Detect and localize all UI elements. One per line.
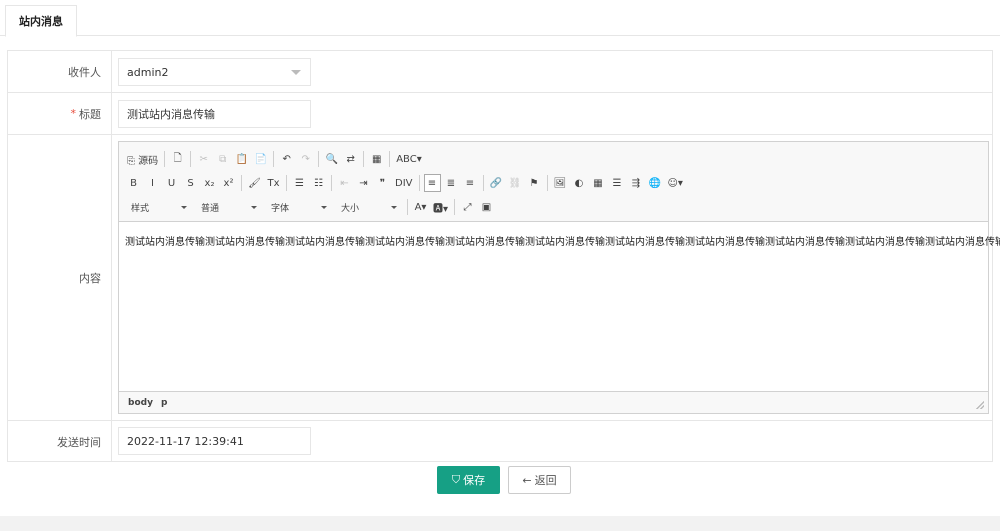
message-form: 收件人 admin2 * 标题 测试站内消息传输 内容 ⎘ 源码 🗋 ✂ ⧉ 📋 📄 ↶ ↷ 🔍… <box>7 50 1000 462</box>
select-all-icon[interactable]: ▦ <box>368 150 385 168</box>
element-path-bar: body p <box>119 391 988 413</box>
image-icon[interactable]: 🖼 <box>552 174 569 192</box>
toolbar-row-1: ⎘ 源码 🗋 ✂ ⧉ 📋 📄 ↶ ↷ 🔍 ⇄ ▦ ABC▾ <box>125 149 426 169</box>
align-right-icon[interactable]: ≡ <box>462 174 479 192</box>
new-page-icon[interactable]: 🗋 <box>169 150 186 168</box>
styles-combo[interactable]: 样式 <box>125 198 191 216</box>
link-icon[interactable]: 🔗 <box>488 174 505 192</box>
italic-icon[interactable]: I <box>144 174 161 192</box>
toolbar-separator <box>318 151 320 167</box>
unlink-icon[interactable]: ⛓ <box>507 174 524 192</box>
undo-icon[interactable]: ↶ <box>278 150 295 168</box>
chevron-down-icon <box>181 205 187 209</box>
copy-icon[interactable]: ⧉ <box>214 150 231 168</box>
send-time-input[interactable]: 2022-11-17 12:39:41 <box>118 427 311 455</box>
toolbar-separator <box>389 151 391 167</box>
toolbar-separator <box>546 175 548 191</box>
remove-format-icon[interactable]: Tx <box>265 174 282 192</box>
horizontal-rule-icon[interactable]: ☰ <box>609 174 626 192</box>
superscript-icon[interactable]: x² <box>220 174 237 192</box>
anchor-icon[interactable]: ⚑ <box>526 174 543 192</box>
toolbar-separator <box>241 175 242 191</box>
send-time-label: 发送时间 <box>8 421 112 462</box>
underline-icon[interactable]: U <box>163 174 180 192</box>
redo-icon[interactable]: ↷ <box>297 150 314 168</box>
spellcheck-icon[interactable]: ABC▾ <box>394 150 424 168</box>
maximize-icon[interactable]: ⤢ <box>459 198 476 216</box>
find-icon[interactable]: 🔍 <box>323 150 340 168</box>
path-body[interactable]: body <box>128 398 153 408</box>
toolbar-separator <box>454 199 456 215</box>
div-container-icon[interactable]: DIV <box>393 174 415 192</box>
numbered-list-icon[interactable]: ☰ <box>291 174 308 192</box>
arrow-left-icon: ← <box>522 473 532 487</box>
flash-icon[interactable]: ◐ <box>571 174 588 192</box>
back-button[interactable]: ← 返回 <box>508 466 571 494</box>
table-icon[interactable]: ▦ <box>590 174 607 192</box>
toolbar-separator <box>482 175 484 191</box>
content-row: 内容 ⎘ 源码 🗋 ✂ ⧉ 📋 📄 ↶ ↷ 🔍 ⇄ ▦ ABC▾ B I U Sx₂ x² 🖌 Tx ☰ ☷ ⇤ ⇥ ❞ DI… <box>8 135 1000 421</box>
toolbar-separator <box>418 175 420 191</box>
toolbar-separator <box>190 151 192 167</box>
size-combo[interactable]: 大小 <box>335 198 401 216</box>
outdent-icon[interactable]: ⇤ <box>336 174 353 192</box>
paste-icon[interactable]: 📋 <box>233 150 250 168</box>
bold-icon[interactable]: B <box>125 174 142 192</box>
title-row: * 标题 测试站内消息传输 <box>8 93 992 135</box>
toolbar-separator <box>286 175 287 191</box>
copy-format-icon[interactable]: 🖌 <box>246 174 263 192</box>
send-time-row: 发送时间 2022-11-17 12:39:41 <box>8 421 992 462</box>
bg-color-icon[interactable]: 🅰▾ <box>431 198 450 216</box>
save-button[interactable]: ⛉ 保存 <box>437 466 500 494</box>
iframe-icon[interactable]: 🌐 <box>647 174 664 192</box>
toolbar-separator <box>363 151 365 167</box>
recipient-select[interactable]: admin2 <box>118 58 311 86</box>
recipient-label: 收件人 <box>8 51 112 92</box>
toolbar-separator <box>164 151 166 167</box>
shield-check-icon: ⛉ <box>451 473 461 486</box>
font-combo[interactable]: 字体 <box>265 198 331 216</box>
toolbar-separator <box>331 175 332 191</box>
page-break-icon[interactable]: ⇶ <box>628 174 645 192</box>
editor-toolbar: ⎘ 源码 🗋 ✂ ⧉ 📋 📄 ↶ ↷ 🔍 ⇄ ▦ ABC▾ B I U Sx₂ x² 🖌 Tx ☰ ☷ ⇤ ⇥ ❞ DIV ≡ ≣… <box>119 142 988 222</box>
subscript-icon[interactable]: x₂ <box>201 174 218 192</box>
recipient-row: 收件人 admin2 <box>8 51 992 93</box>
toolbar-separator <box>407 199 408 215</box>
strikethrough-icon[interactable]: S <box>182 174 199 192</box>
resize-handle-icon[interactable] <box>976 401 984 409</box>
format-combo[interactable]: 普通 <box>195 198 261 216</box>
cut-icon[interactable]: ✂ <box>195 150 212 168</box>
toolbar-row-3: 样式 普通 字体 大小 A▾ 🅰▾ ⤢ ▣ <box>125 197 497 217</box>
required-mark: * <box>70 107 77 120</box>
align-left-icon[interactable]: ≡ <box>423 174 441 192</box>
paste-text-icon[interactable]: 📄 <box>252 150 269 168</box>
smiley-icon[interactable]: ☺▾ <box>666 174 685 192</box>
text-color-icon[interactable]: A▾ <box>412 198 429 216</box>
tab-bar: 站内消息 <box>0 0 1000 37</box>
align-center-icon[interactable]: ≣ <box>443 174 460 192</box>
footer-bar <box>0 516 1000 531</box>
chevron-down-icon <box>251 205 257 209</box>
chevron-down-icon <box>321 205 327 209</box>
content-label: 内容 <box>8 135 112 420</box>
replace-icon[interactable]: ⇄ <box>342 150 359 168</box>
rich-text-editor: ⎘ 源码 🗋 ✂ ⧉ 📋 📄 ↶ ↷ 🔍 ⇄ ▦ ABC▾ B I U Sx₂ x² 🖌 Tx ☰ ☷ ⇤ ⇥ ❞ DIV ≡ ≣… <box>118 141 1000 414</box>
chevron-down-icon <box>391 205 397 209</box>
indent-icon[interactable]: ⇥ <box>355 174 372 192</box>
bulleted-list-icon[interactable]: ☷ <box>310 174 327 192</box>
source-icon[interactable]: ⎘ 源码 <box>125 150 160 168</box>
toolbar-row-2: B I U Sx₂ x² 🖌 Tx ☰ ☷ ⇤ ⇥ ❞ DIV ≡ ≣ ≡ 🔗 ⛓ ⚑ 🖼 ◐ ▦ ☰ ⇶ 🌐 ☺▾ <box>125 173 687 193</box>
editor-content[interactable]: 测试站内消息传输测试站内消息传输测试站内消息传输测试站内消息传输测试站内消息传输… <box>125 233 1000 248</box>
title-label: * 标题 <box>8 93 112 134</box>
path-p[interactable]: p <box>161 398 167 408</box>
toolbar-separator <box>273 151 275 167</box>
tab-site-message[interactable]: 站内消息 <box>5 5 77 37</box>
chevron-down-icon <box>291 70 301 75</box>
blockquote-icon[interactable]: ❞ <box>374 174 391 192</box>
title-input[interactable]: 测试站内消息传输 <box>118 100 311 128</box>
show-blocks-icon[interactable]: ▣ <box>478 198 495 216</box>
